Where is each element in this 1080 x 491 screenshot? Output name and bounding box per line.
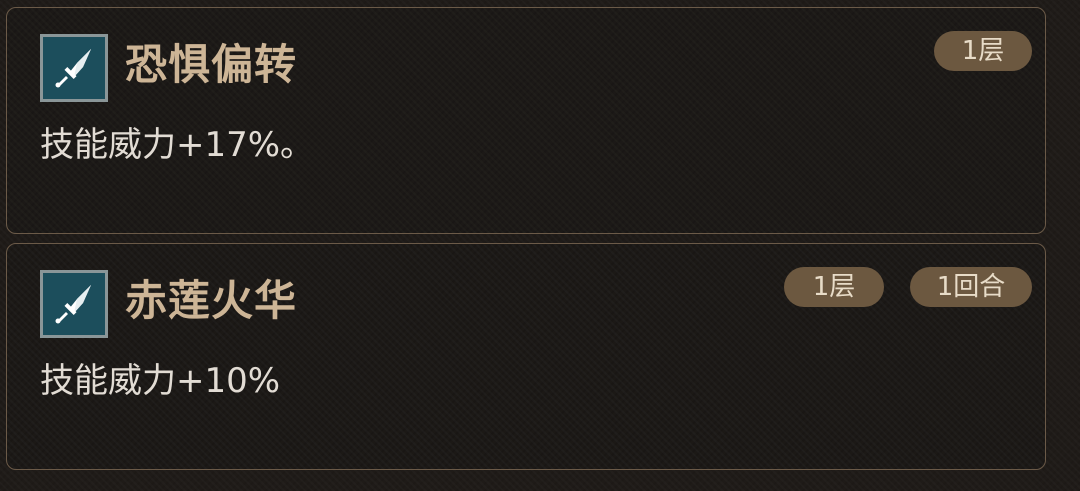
buff-description: 技能威力+10% [40,361,281,401]
buff-card: 恐惧偏转 1层 技能威力+17%。 [6,7,1046,234]
stack-badge: 1层 [934,31,1032,71]
stack-badge: 1层 [784,267,884,307]
buff-title: 赤莲火华 [125,276,298,325]
buff-description: 技能威力+17%。 [40,125,315,165]
duration-badge: 1回合 [910,267,1032,307]
sword-icon [40,270,108,338]
buff-card: 赤莲火华 1层 1回合 技能威力+10% [6,243,1046,470]
buff-title: 恐惧偏转 [125,40,298,89]
sword-icon [40,34,108,102]
